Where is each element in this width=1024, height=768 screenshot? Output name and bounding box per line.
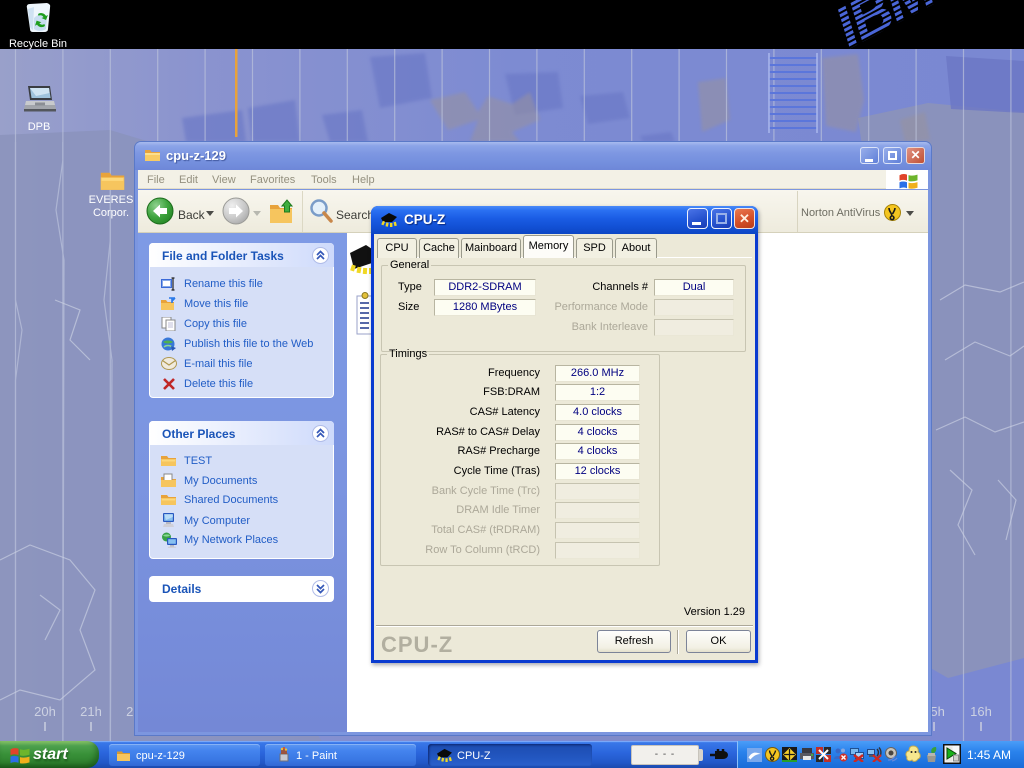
svg-text:20h: 20h xyxy=(34,704,56,719)
svg-text:21h: 21h xyxy=(80,704,102,719)
svg-text:16h: 16h xyxy=(970,704,992,719)
